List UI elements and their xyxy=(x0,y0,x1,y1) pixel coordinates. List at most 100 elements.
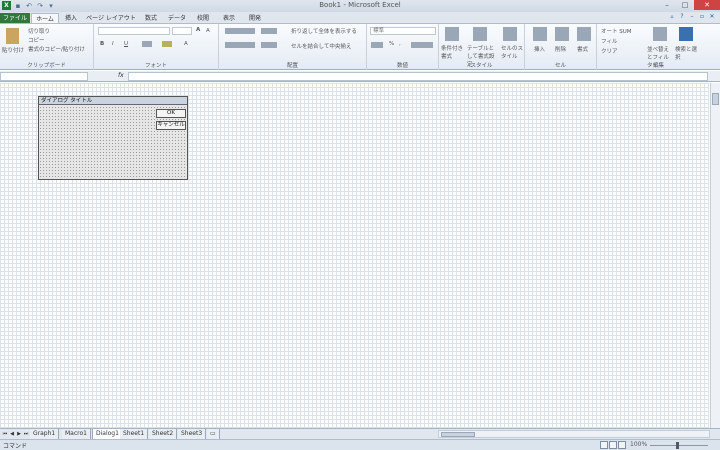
horizontal-scrollbar[interactable] xyxy=(438,430,710,438)
font-size-select[interactable] xyxy=(172,27,192,35)
insert-cells-icon[interactable] xyxy=(533,27,547,41)
group-label: 配置 xyxy=(286,63,298,69)
sheet-tab-sheet1[interactable]: Sheet1 xyxy=(120,429,149,439)
clear-button[interactable]: クリア xyxy=(601,47,618,55)
group-alignment: 折り返して全体を表示する セルを結合して中央揃え 配置 xyxy=(219,24,367,70)
help-icon[interactable]: ? xyxy=(678,13,686,21)
format-painter-button[interactable]: 書式のコピー/貼り付け xyxy=(28,45,85,53)
currency-icon[interactable] xyxy=(371,42,383,48)
group-number: 標準 % , 数値 xyxy=(367,24,439,70)
shrink-font-button[interactable]: A xyxy=(206,28,210,34)
group-label: セル xyxy=(554,63,566,69)
group-cells: 挿入 削除 書式 セル xyxy=(525,24,597,70)
bold-button[interactable]: B xyxy=(100,41,104,47)
cancel-button[interactable]: キャンセル xyxy=(156,121,186,130)
delete-cells-icon[interactable] xyxy=(555,27,569,41)
find-select-icon[interactable] xyxy=(679,27,693,41)
scroll-thumb[interactable] xyxy=(712,93,719,105)
zoom-knob[interactable] xyxy=(676,442,679,449)
minimize-icon[interactable]: – xyxy=(658,0,676,10)
table-format-icon[interactable] xyxy=(473,27,487,41)
delete-cells-button[interactable]: 削除 xyxy=(555,45,566,53)
sort-filter-icon[interactable] xyxy=(653,27,667,41)
status-bar: コマンド 100% xyxy=(0,439,720,450)
window-close-icon[interactable]: ✕ xyxy=(708,13,716,21)
new-sheet-icon[interactable]: ▭ xyxy=(207,429,220,439)
scroll-thumb[interactable] xyxy=(441,432,475,437)
font-name-select[interactable] xyxy=(98,27,170,35)
page-layout-view-icon[interactable] xyxy=(609,441,617,449)
sheet-tab-dialog1[interactable]: Dialog1 xyxy=(92,429,123,439)
format-cells-button[interactable]: 書式 xyxy=(577,45,588,53)
cell-style-icon[interactable] xyxy=(503,27,517,41)
zoom-level[interactable]: 100% xyxy=(630,441,647,448)
sheet-tab-sheet3[interactable]: Sheet3 xyxy=(178,429,207,439)
underline-button[interactable]: U xyxy=(124,41,128,47)
dialog-frame[interactable]: ダイアログ タイトル OK キャンセル xyxy=(38,96,188,180)
window-minimize-icon[interactable]: – xyxy=(688,13,696,21)
vertical-align-icon[interactable] xyxy=(225,28,255,34)
prev-sheet-icon[interactable]: ◀ xyxy=(9,431,15,438)
group-font: A A B I U A フォント xyxy=(94,24,219,70)
close-icon[interactable]: ✕ xyxy=(694,0,720,10)
minimize-ribbon-icon[interactable]: ▵ xyxy=(668,13,676,21)
maximize-icon[interactable]: □ xyxy=(676,0,694,10)
insert-cells-button[interactable]: 挿入 xyxy=(534,45,545,53)
group-editing: オート SUM フィル クリア 並べ替えとフィルター 検索と選択 編集 xyxy=(597,24,720,70)
vertical-scrollbar[interactable] xyxy=(710,83,720,428)
autosum-button[interactable]: オート SUM xyxy=(601,27,632,35)
sheet-tab-macro1[interactable]: Macro1 xyxy=(62,429,91,439)
percent-button[interactable]: % xyxy=(389,41,394,47)
sheet-tab-sheet2[interactable]: Sheet2 xyxy=(149,429,178,439)
group-label: 数値 xyxy=(396,63,408,69)
formula-input[interactable] xyxy=(128,72,708,81)
ok-button[interactable]: OK xyxy=(156,109,186,118)
title-bar: X ▪ ↶ ↷ ▾ Book1 - Microsoft Excel – □ ✕ xyxy=(0,0,720,12)
comma-button[interactable]: , xyxy=(399,41,401,47)
font-color-button[interactable]: A xyxy=(184,41,188,47)
group-label: フォント xyxy=(144,63,167,69)
italic-button[interactable]: I xyxy=(112,41,114,47)
group-clipboard: 貼り付け 切り取り コピー 書式のコピー/貼り付け クリップボード xyxy=(0,24,94,70)
indent-icon[interactable] xyxy=(261,42,277,48)
group-label: クリップボード xyxy=(27,63,66,69)
number-format-select[interactable]: 標準 xyxy=(370,27,436,35)
merge-center-button[interactable]: セルを結合して中央揃え xyxy=(291,42,351,50)
window-restore-icon[interactable]: ▫ xyxy=(698,13,706,21)
cut-button[interactable]: 切り取り xyxy=(28,27,50,35)
grow-font-button[interactable]: A xyxy=(196,27,200,33)
window-title: Book1 - Microsoft Excel xyxy=(319,1,401,9)
horizontal-align-icon[interactable] xyxy=(225,42,255,48)
copy-button[interactable]: コピー xyxy=(28,36,45,44)
next-sheet-icon[interactable]: ▶ xyxy=(16,431,22,438)
page-break-view-icon[interactable] xyxy=(618,441,626,449)
format-cells-icon[interactable] xyxy=(577,27,591,41)
conditional-format-button[interactable]: 条件付き書式 xyxy=(441,44,467,60)
wrap-text-button[interactable]: 折り返して全体を表示する xyxy=(291,27,357,35)
fx-icon[interactable]: fx xyxy=(118,72,124,79)
status-mode: コマンド xyxy=(3,443,28,450)
decimal-icon[interactable] xyxy=(411,42,433,48)
last-sheet-icon[interactable]: ⏭ xyxy=(23,431,29,438)
paste-button[interactable]: 貼り付け xyxy=(2,46,24,54)
group-label: スタイル xyxy=(470,63,493,69)
group-label: 編集 xyxy=(652,63,664,69)
fill-color-icon[interactable] xyxy=(162,41,172,47)
first-sheet-icon[interactable]: ⏮ xyxy=(2,431,8,438)
conditional-format-icon[interactable] xyxy=(445,27,459,41)
find-select-button[interactable]: 検索と選択 xyxy=(675,45,699,61)
sheet-tab-graph1[interactable]: Graph1 xyxy=(30,429,60,439)
orientation-icon[interactable] xyxy=(261,28,277,34)
cell-style-button[interactable]: セルのスタイル xyxy=(501,44,523,60)
paste-icon[interactable] xyxy=(6,28,19,44)
name-box[interactable] xyxy=(0,72,88,81)
formula-bar: fx xyxy=(0,71,720,82)
dialog-title[interactable]: ダイアログ タイトル xyxy=(39,97,187,105)
ribbon: 貼り付け 切り取り コピー 書式のコピー/貼り付け クリップボード A A B … xyxy=(0,23,720,70)
normal-view-icon[interactable] xyxy=(600,441,608,449)
border-icon[interactable] xyxy=(142,41,152,47)
group-styles: 条件付き書式 テーブルとして書式設定 セルのスタイル スタイル xyxy=(439,24,525,70)
zoom-slider[interactable] xyxy=(650,442,708,449)
sheet-tab-bar: ⏮ ◀ ▶ ⏭ Graph1 Macro1 Dialog1 Sheet1 She… xyxy=(0,428,720,439)
fill-button[interactable]: フィル xyxy=(601,37,617,45)
